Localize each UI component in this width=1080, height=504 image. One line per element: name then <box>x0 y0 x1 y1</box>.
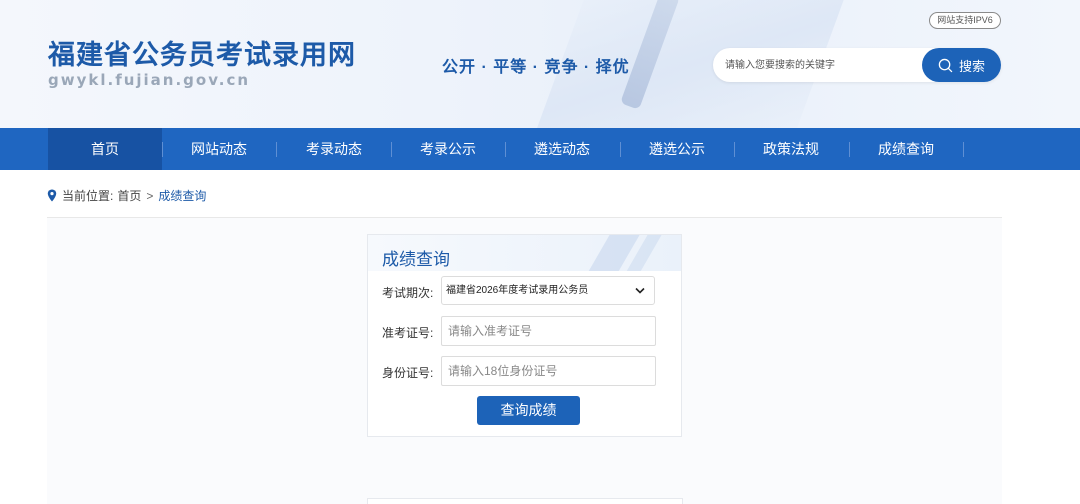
exam-period-select[interactable]: 福建省2026年度考试录用公务员 <box>441 276 655 305</box>
breadcrumb: 当前位置: 首页 > 成绩查询 <box>47 187 206 204</box>
nav-item-exam-news[interactable]: 考录动态 <box>277 128 391 170</box>
site-slogan: 公开 · 平等 · 竞争 · 择优 <box>442 59 630 76</box>
exam-period-label: 考试期次: <box>382 286 434 300</box>
location-pin-icon <box>47 189 57 202</box>
site-domain: gwykl.fujian.gov.cn <box>48 71 251 89</box>
card-header: 成绩查询 <box>368 235 681 271</box>
ipv6-badge: 网站支持IPV6 <box>929 12 1001 29</box>
breadcrumb-prefix: 当前位置: <box>62 189 114 203</box>
id-number-input[interactable] <box>441 356 656 386</box>
search-icon <box>938 58 953 72</box>
nav-separator <box>963 142 964 157</box>
site-title[interactable]: 福建省公务员考试录用网 <box>48 33 356 72</box>
breadcrumb-separator: > <box>146 188 154 203</box>
main-nav: 首页 网站动态 考录动态 考录公示 遴选动态 遴选公示 政策法规 成绩查询 <box>0 128 1080 170</box>
nav-item-site-news[interactable]: 网站动态 <box>162 128 276 170</box>
chevron-down-icon <box>635 287 645 294</box>
nav-item-score-query[interactable]: 成绩查询 <box>849 128 963 170</box>
query-score-button[interactable]: 查询成绩 <box>477 396 580 425</box>
nav-item-exam-notice[interactable]: 考录公示 <box>391 128 505 170</box>
ticket-number-label: 准考证号: <box>382 326 434 340</box>
site-header: 福建省公务员考试录用网 gwykl.fujian.gov.cn 公开 · 平等 … <box>0 0 1080 128</box>
nav-item-policies[interactable]: 政策法规 <box>734 128 848 170</box>
breadcrumb-home[interactable]: 首页 <box>117 187 141 204</box>
exam-period-value: 福建省2026年度考试录用公务员 <box>446 285 589 296</box>
search-box: 搜索 <box>713 48 1001 82</box>
search-input[interactable] <box>713 48 923 82</box>
breadcrumb-current[interactable]: 成绩查询 <box>158 187 206 204</box>
nav-item-selection-news[interactable]: 遴选动态 <box>505 128 619 170</box>
nav-item-selection-notice[interactable]: 遴选公示 <box>620 128 734 170</box>
secondary-card <box>367 498 683 504</box>
nav-item-home[interactable]: 首页 <box>48 128 162 170</box>
card-title: 成绩查询 <box>382 250 450 269</box>
search-button-label: 搜索 <box>958 58 985 74</box>
ticket-number-input[interactable] <box>441 316 656 346</box>
search-button[interactable]: 搜索 <box>922 48 1001 82</box>
id-number-label: 身份证号: <box>382 366 434 380</box>
score-query-card: 成绩查询 考试期次: 福建省2026年度考试录用公务员 准考证号: 身份证号: … <box>367 234 682 437</box>
